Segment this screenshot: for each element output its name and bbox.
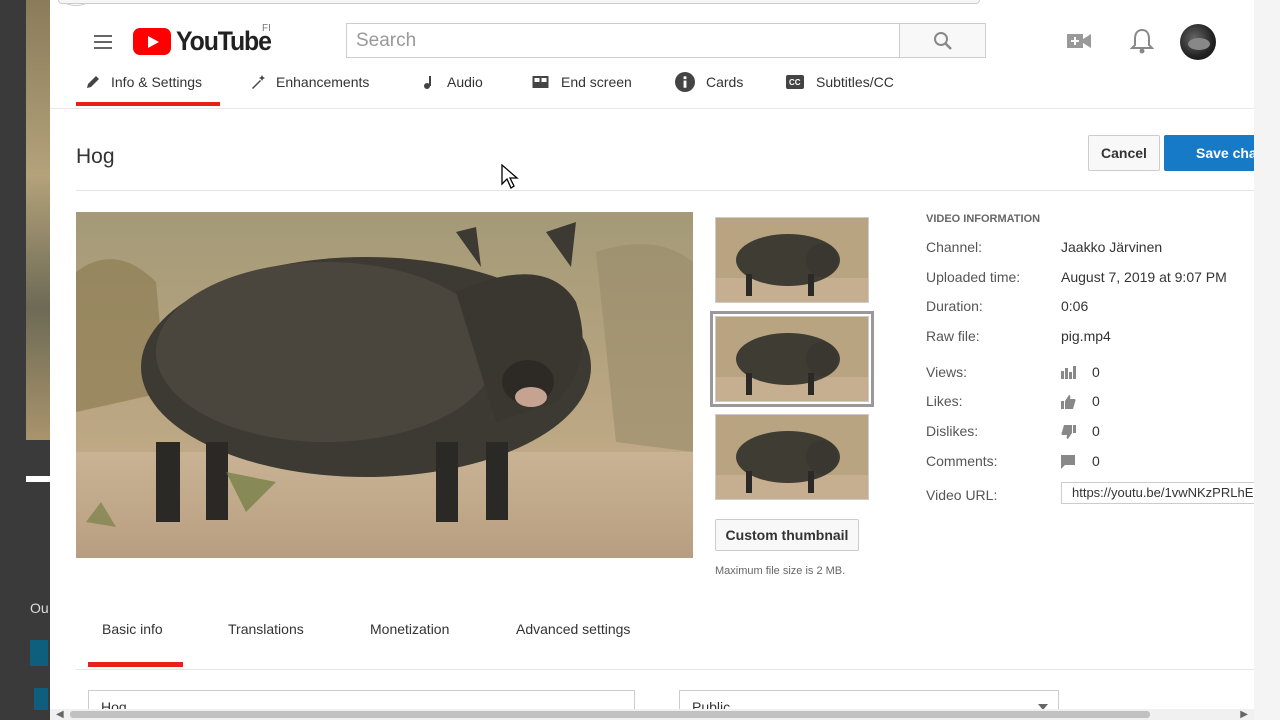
views-value: 0 (1092, 364, 1100, 380)
tab-translations[interactable]: Translations (228, 621, 304, 637)
thumbs-down-icon (1061, 425, 1076, 439)
pencil-icon (87, 76, 99, 88)
video-title: Hog (76, 145, 115, 168)
menu-icon[interactable] (94, 35, 112, 49)
channel-label: Channel: (926, 239, 983, 255)
background-photo (26, 0, 50, 440)
tab-label: Subtitles/CC (816, 74, 894, 90)
wand-icon (252, 75, 265, 89)
tab-monetization[interactable]: Monetization (370, 621, 449, 637)
tab-label: Audio (447, 74, 483, 90)
comments-value: 0 (1092, 453, 1100, 469)
address-bar-fragment (58, 0, 980, 4)
active-tab-indicator (88, 662, 183, 667)
custom-thumbnail-button[interactable]: Custom thumbnail (715, 519, 859, 551)
divider (76, 190, 1254, 191)
tab-label: Cards (706, 74, 744, 90)
search-input[interactable] (347, 24, 899, 57)
search-button[interactable] (900, 23, 986, 58)
end-screen-icon (532, 76, 549, 88)
tab-label: End screen (561, 74, 632, 90)
scrollbar-thumb[interactable] (70, 711, 1150, 718)
tab-subtitles[interactable]: CC Subtitles/CC (785, 70, 894, 94)
country-code: FI (262, 23, 271, 34)
tab-advanced-settings[interactable]: Advanced settings (516, 621, 630, 637)
comment-icon (1061, 455, 1075, 469)
raw-file-label: Raw file: (926, 328, 980, 344)
search-icon (933, 31, 952, 50)
mouse-cursor-icon (501, 164, 519, 189)
editor-tabs: Info & Settings Enhancements Audio End s… (50, 66, 1254, 109)
logo-text: YouTube (176, 26, 272, 56)
thumbnail-option-2-selected[interactable] (710, 311, 874, 407)
youtube-logo[interactable]: YouTube FI (133, 23, 279, 57)
notifications-bell-icon[interactable] (1129, 28, 1155, 59)
tab-cards[interactable]: Cards (675, 70, 743, 94)
duration-value: 0:06 (1061, 298, 1089, 314)
video-preview[interactable] (76, 212, 693, 558)
background-tile (30, 640, 48, 666)
background-text-fragment: Ou (30, 600, 49, 616)
uploaded-label: Uploaded time: (926, 269, 1021, 285)
masthead: YouTube FI (50, 0, 1254, 75)
upload-video-icon[interactable] (1067, 33, 1091, 54)
account-avatar[interactable] (1180, 24, 1216, 60)
active-tab-indicator (76, 102, 220, 106)
tab-label: Info & Settings (111, 74, 203, 90)
dislikes-label: Dislikes: (926, 423, 979, 439)
comments-label: Comments: (926, 453, 998, 469)
tab-basic-info[interactable]: Basic info (102, 621, 163, 637)
tab-enhancements[interactable]: Enhancements (251, 70, 369, 94)
background-desktop: Ou (0, 0, 50, 720)
svg-text:CC: CC (789, 78, 801, 87)
youtube-play-icon (133, 28, 171, 55)
channel-value: Jaakko Järvinen (1061, 239, 1163, 255)
window-edge (1254, 0, 1280, 720)
video-info-heading: VIDEO INFORMATION (926, 213, 1041, 225)
cc-icon: CC (786, 75, 804, 89)
uploaded-value: August 7, 2019 at 9:07 PM (1061, 269, 1227, 285)
likes-value: 0 (1092, 393, 1100, 409)
duration-label: Duration: (926, 298, 983, 314)
search-box (346, 23, 900, 58)
raw-file-value: pig.mp4 (1061, 328, 1111, 344)
background-bar (26, 476, 50, 482)
tab-audio[interactable]: Audio (422, 70, 483, 94)
music-note-icon (424, 76, 431, 89)
tab-info-settings[interactable]: Info & Settings (86, 70, 202, 94)
likes-label: Likes: (926, 393, 963, 409)
divider (76, 669, 1254, 670)
scroll-left-icon[interactable]: ◀ (56, 709, 64, 720)
tab-label: Enhancements (276, 74, 370, 90)
thumbnail-option-1[interactable] (715, 217, 869, 303)
cancel-button[interactable]: Cancel (1088, 135, 1160, 171)
thumbs-up-icon (1061, 395, 1076, 409)
horizontal-scrollbar[interactable]: ◀ ▶ (50, 709, 1254, 720)
thumbnail-option-3[interactable] (715, 414, 869, 500)
max-file-size-note: Maximum file size is 2 MB. (715, 565, 846, 577)
background-tile (34, 688, 48, 710)
dislikes-value: 0 (1092, 423, 1100, 439)
save-changes-button[interactable]: Save changes (1164, 135, 1254, 171)
info-circle-icon (675, 72, 695, 92)
views-bar-chart-icon (1061, 366, 1076, 379)
video-url-field[interactable]: https://youtu.be/1vwNKzPRLhE (1061, 482, 1254, 504)
video-url-label: Video URL: (926, 487, 998, 503)
views-label: Views: (926, 364, 967, 380)
scroll-right-icon[interactable]: ▶ (1240, 709, 1248, 720)
tab-end-screen[interactable]: End screen (531, 70, 632, 94)
browser-window: YouTube FI Info & Settings Enhancements … (50, 0, 1254, 720)
